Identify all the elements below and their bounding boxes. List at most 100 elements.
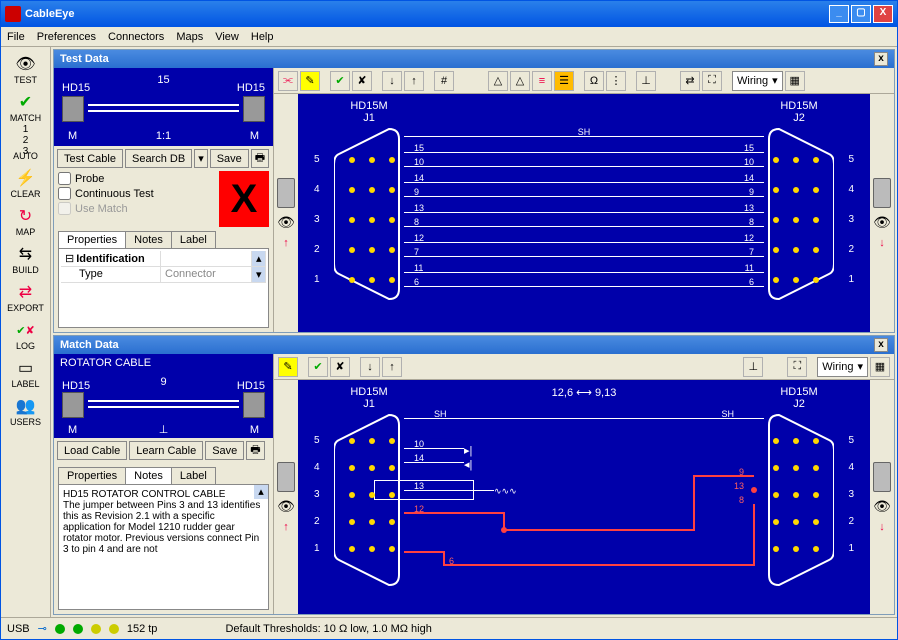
tab-label[interactable]: Label xyxy=(171,231,216,248)
mtb-up-icon[interactable]: ↑ xyxy=(382,357,402,377)
tb-bars-icon[interactable]: ☰ xyxy=(554,71,574,91)
test-wiring-diagram[interactable]: 👁 ↑ 👁 ↓ HD15MJ1 HD15MJ2 5 xyxy=(274,94,894,332)
mtb-x-icon[interactable]: ✘ xyxy=(330,357,350,377)
sidebar-users[interactable]: 👥USERS xyxy=(4,393,48,429)
sidebar-log[interactable]: ✔✘LOG xyxy=(4,317,48,353)
probe-checkbox[interactable] xyxy=(58,172,71,185)
sidebar-match[interactable]: ✔MATCH xyxy=(4,89,48,125)
tb-expand-icon[interactable]: ⛶ xyxy=(702,71,722,91)
mtb-down-icon[interactable]: ↓ xyxy=(360,357,380,377)
tb-delta2-icon[interactable]: △ xyxy=(510,71,530,91)
sidebar-label[interactable]: ▭LABEL xyxy=(4,355,48,391)
right-arrow-icon[interactable]: ↓ xyxy=(879,237,885,249)
tb-lines-icon[interactable]: ≡ xyxy=(532,71,552,91)
crossref-label: 12,6 ⟷ 9,13 xyxy=(552,386,617,399)
tb-delta-icon[interactable]: △ xyxy=(488,71,508,91)
match-panel-header: Match Data x xyxy=(54,336,894,354)
row-2: 2 xyxy=(314,244,320,255)
tb-up-icon[interactable]: ↑ xyxy=(404,71,424,91)
test-panel-title: Test Data xyxy=(60,53,109,65)
right-strip: 👁 ↓ xyxy=(870,94,894,332)
match-tab-properties[interactable]: Properties xyxy=(58,467,126,484)
j1-sub: J1 xyxy=(363,112,375,124)
tb-more-icon[interactable]: ▦ xyxy=(785,71,805,91)
tb-marks-icon[interactable]: ⋮ xyxy=(606,71,626,91)
sidebar-export[interactable]: ⇄EXPORT xyxy=(4,279,48,315)
tab-properties[interactable]: Properties xyxy=(58,231,126,248)
tb-highlight-icon[interactable]: ✎ xyxy=(300,71,320,91)
load-cable-button[interactable]: Load Cable xyxy=(57,441,127,460)
match-tab-label[interactable]: Label xyxy=(171,467,216,484)
tb-cap-icon[interactable]: ⊥ xyxy=(636,71,656,91)
match-data-panel: Match Data x ROTATOR CABLE 9 HD15 HD15 M… xyxy=(53,335,895,615)
tb-swap-icon[interactable]: ⇄ xyxy=(680,71,700,91)
scroll-down[interactable]: ▾ xyxy=(252,267,266,282)
prop-group-header: Identification xyxy=(76,253,144,265)
search-db-dropdown[interactable]: ▾ xyxy=(194,149,208,168)
menu-file[interactable]: File xyxy=(7,31,25,43)
match-print-button[interactable]: 🖶 xyxy=(246,441,264,460)
window-title: CableEye xyxy=(25,8,827,20)
menu-view[interactable]: View xyxy=(215,31,239,43)
notes-textarea[interactable] xyxy=(61,487,266,577)
left-chip-icon xyxy=(277,178,295,208)
match-panel-close[interactable]: x xyxy=(874,338,888,352)
notes-scroll-up[interactable]: ▴ xyxy=(254,485,268,499)
match-icon: ✔ xyxy=(12,91,40,113)
left-sidebar: 👁TEST ✔MATCH 123AUTO ⚡CLEAR ↻MAP ⇆BUILD … xyxy=(1,47,51,617)
users-icon: 👥 xyxy=(12,395,40,417)
clear-icon: ⚡ xyxy=(12,167,40,189)
right-eye-icon[interactable]: 👁 xyxy=(873,214,891,231)
minimize-button[interactable]: _ xyxy=(829,5,849,23)
match-view-dropdown[interactable]: Wiring▾ xyxy=(817,357,868,377)
mtb-cap-icon[interactable]: ⊥ xyxy=(743,357,763,377)
test-cable-button[interactable]: Test Cable xyxy=(57,149,123,168)
tb-connector-icon[interactable]: ⫘ xyxy=(278,71,298,91)
tb-check-icon[interactable]: ✔ xyxy=(330,71,350,91)
mini-left-conn: HD15 xyxy=(62,82,90,94)
tb-omega-icon[interactable]: Ω xyxy=(584,71,604,91)
sidebar-build[interactable]: ⇆BUILD xyxy=(4,241,48,277)
left-eye-icon[interactable]: 👁 xyxy=(277,214,295,231)
search-db-button[interactable]: Search DB xyxy=(125,149,192,168)
prop-key: Type xyxy=(61,267,161,282)
status-thresholds: Default Thresholds: 10 Ω low, 1.0 MΩ hig… xyxy=(225,623,431,635)
menu-connectors[interactable]: Connectors xyxy=(108,31,164,43)
row-5: 5 xyxy=(314,154,320,165)
view-mode-dropdown[interactable]: Wiring▾ xyxy=(732,71,783,91)
learn-cable-button[interactable]: Learn Cable xyxy=(129,441,203,460)
right-chip-icon xyxy=(873,178,891,208)
tb-hash-icon[interactable]: # xyxy=(434,71,454,91)
test-panel-header: Test Data x xyxy=(54,50,894,68)
menu-maps[interactable]: Maps xyxy=(176,31,203,43)
menu-help[interactable]: Help xyxy=(251,31,274,43)
sidebar-test[interactable]: 👁TEST xyxy=(4,51,48,87)
tb-down-icon[interactable]: ↓ xyxy=(382,71,402,91)
expand-icon[interactable]: ⊟ xyxy=(65,252,74,265)
sidebar-clear[interactable]: ⚡CLEAR xyxy=(4,165,48,201)
match-toolbar: ✎ ✔ ✘ ↓ ↑ ⊥ ⛶ Wiring▾ ▦ xyxy=(274,354,894,380)
sidebar-auto[interactable]: 123AUTO xyxy=(4,127,48,163)
test-panel-close[interactable]: x xyxy=(874,52,888,66)
mtb-highlight-icon[interactable]: ✎ xyxy=(278,357,298,377)
close-button[interactable]: X xyxy=(873,5,893,23)
continuous-label: Continuous Test xyxy=(75,188,154,200)
match-save-button[interactable]: Save xyxy=(205,441,244,460)
continuous-checkbox[interactable] xyxy=(58,187,71,200)
mtb-expand-icon[interactable]: ⛶ xyxy=(787,357,807,377)
left-arrow-icon[interactable]: ↑ xyxy=(283,237,289,249)
mtb-check-icon[interactable]: ✔ xyxy=(308,357,328,377)
sidebar-map[interactable]: ↻MAP xyxy=(4,203,48,239)
match-wiring-diagram[interactable]: 👁↑ 👁↓ HD15MJ1 HD15MJ2 12,6 ⟷ 9,13 5 4 3 xyxy=(274,380,894,614)
save-button[interactable]: Save xyxy=(210,149,249,168)
scroll-up[interactable]: ▴ xyxy=(252,251,266,266)
print-button[interactable]: 🖶 xyxy=(251,149,269,168)
maximize-button[interactable]: ▢ xyxy=(851,5,871,23)
mtb-more-icon[interactable]: ▦ xyxy=(870,357,890,377)
titlebar: CableEye _ ▢ X xyxy=(1,1,897,27)
menu-preferences[interactable]: Preferences xyxy=(37,31,96,43)
j2-label: HD15M xyxy=(780,100,817,112)
match-tab-notes[interactable]: Notes xyxy=(125,467,172,484)
tab-notes[interactable]: Notes xyxy=(125,231,172,248)
tb-x-icon[interactable]: ✘ xyxy=(352,71,372,91)
